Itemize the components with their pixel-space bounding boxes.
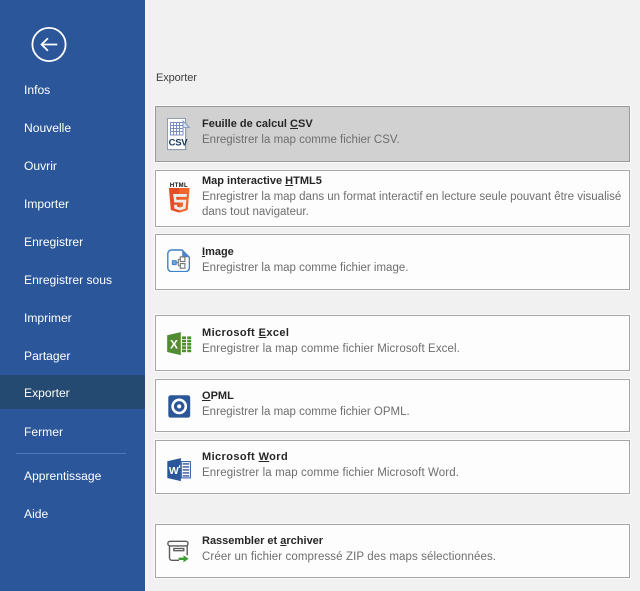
- svg-text:W: W: [169, 465, 179, 477]
- svg-text:HTML: HTML: [169, 183, 187, 189]
- svg-text:CSV: CSV: [169, 137, 189, 148]
- svg-text:X: X: [170, 337, 178, 351]
